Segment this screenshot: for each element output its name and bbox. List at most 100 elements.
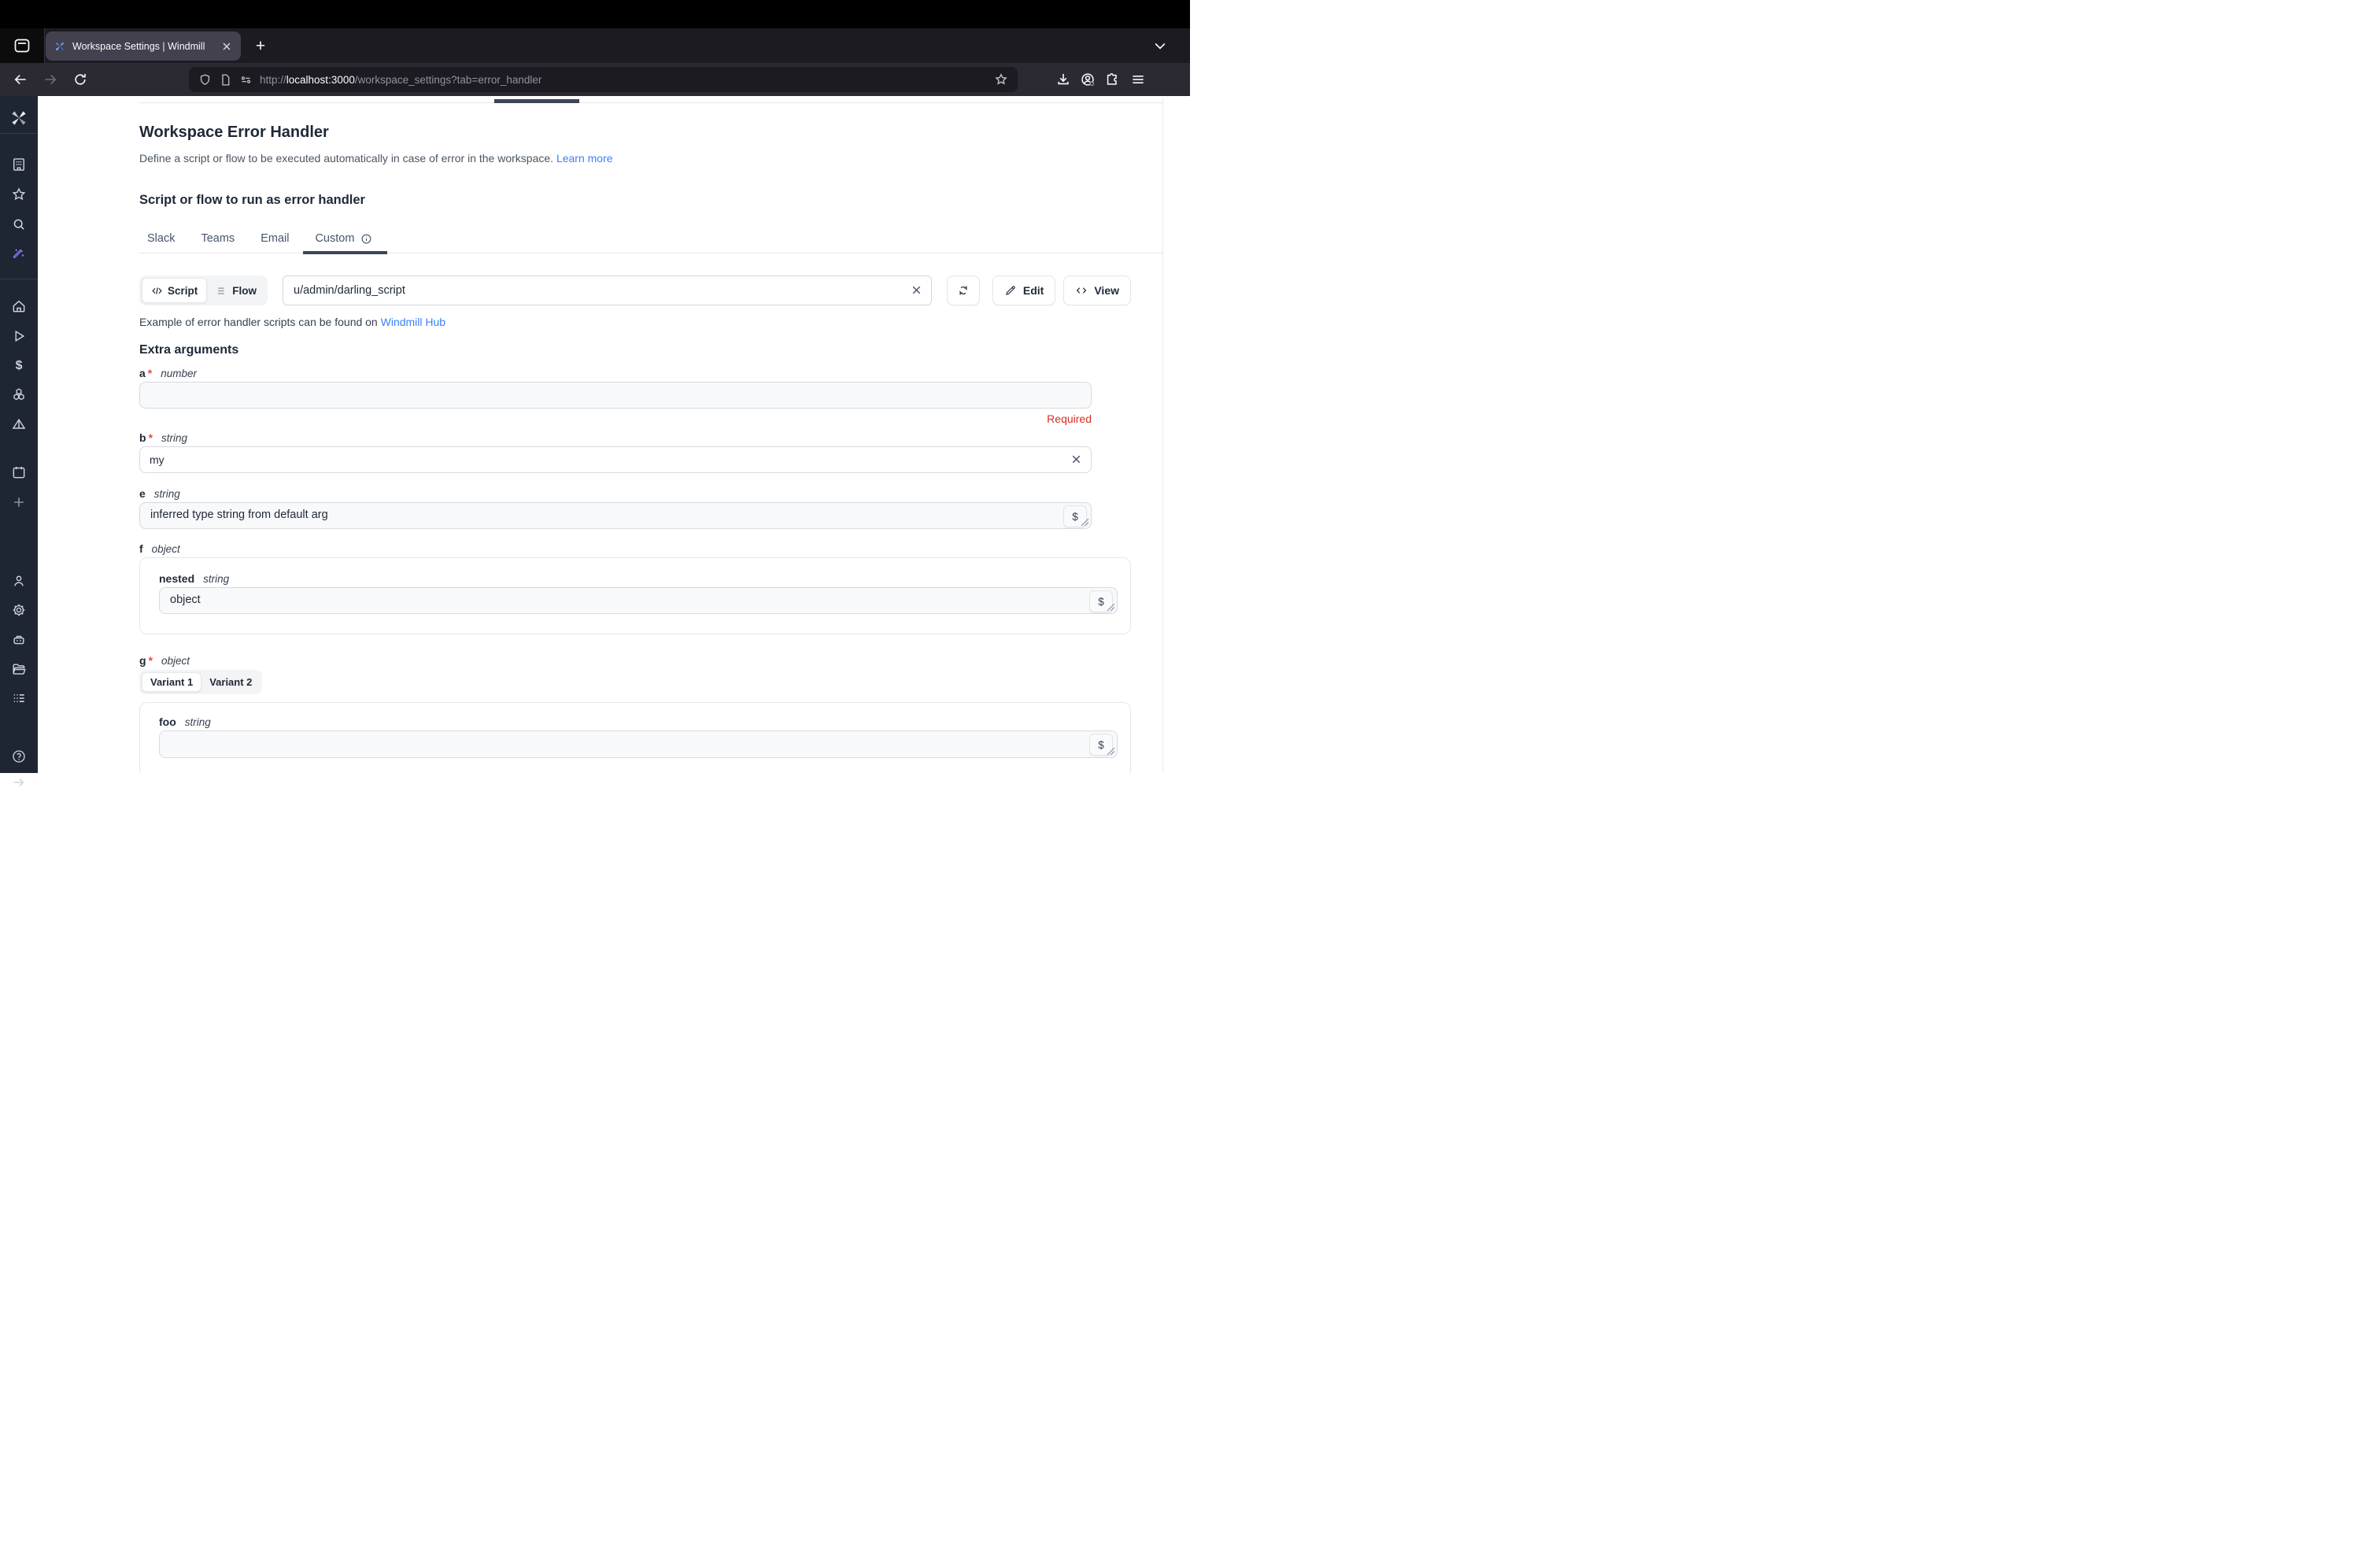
view-code-icon xyxy=(1075,284,1088,297)
foo-textarea[interactable]: $ xyxy=(159,730,1118,758)
field-b-clear-icon[interactable] xyxy=(1070,453,1083,466)
edit-button[interactable]: Edit xyxy=(992,276,1055,305)
error-handler-picker-row: Script Flow xyxy=(139,276,1131,305)
refresh-button[interactable] xyxy=(947,276,980,305)
script-flow-toggle: Script Flow xyxy=(139,276,268,305)
page-description: Define a script or flow to be executed a… xyxy=(139,152,1131,165)
window-titlebar xyxy=(0,0,1190,28)
sidebar-item-help-icon[interactable] xyxy=(11,749,27,764)
field-f-label: f object xyxy=(139,542,1131,555)
windmill-logo[interactable] xyxy=(9,108,29,128)
close-tab-icon[interactable] xyxy=(220,40,233,53)
tab-email[interactable]: Email xyxy=(261,232,289,253)
view-button-label: View xyxy=(1094,284,1119,297)
resize-grip-icon[interactable] xyxy=(1107,603,1115,612)
script-path-input[interactable] xyxy=(283,276,932,305)
sidebar-item-home-icon[interactable] xyxy=(11,298,27,314)
field-a-error: Required xyxy=(139,412,1092,425)
hub-note-text: Example of error handler scripts can be … xyxy=(139,316,381,328)
nested-textarea[interactable]: object $ xyxy=(159,587,1118,614)
firefox-window: Workspace Settings | Windmill + http://l… xyxy=(0,0,1190,773)
sidebar-item-variables-dollar-icon[interactable]: $ xyxy=(11,357,27,373)
url-scheme: http:// xyxy=(260,74,286,86)
sidebar-item-calendar-icon[interactable] xyxy=(11,464,27,480)
permissions-icon[interactable] xyxy=(239,73,253,87)
refresh-icon xyxy=(957,284,970,297)
resize-grip-icon[interactable] xyxy=(1107,747,1115,756)
sidebar-item-resources-cubes-icon[interactable] xyxy=(11,386,27,402)
field-b-name: b xyxy=(139,431,146,444)
browser-toolbar: http://localhost:3000/workspace_settings… xyxy=(0,63,1190,96)
url-text[interactable]: http://localhost:3000/workspace_settings… xyxy=(260,74,987,86)
sidebar-item-workspace-building-icon[interactable] xyxy=(11,157,27,172)
field-e-textarea[interactable]: inferred type string from default arg $ xyxy=(139,502,1092,529)
shield-icon[interactable] xyxy=(198,73,212,87)
field-a-input[interactable] xyxy=(139,382,1092,409)
field-f-name: f xyxy=(139,542,143,555)
reload-icon[interactable] xyxy=(69,68,91,91)
field-e-name: e xyxy=(139,487,146,500)
clear-path-icon[interactable] xyxy=(910,283,923,297)
forward-icon[interactable] xyxy=(39,68,61,91)
sidebar-item-workers-robot-icon[interactable] xyxy=(11,632,27,648)
flow-toggle-button[interactable]: Flow xyxy=(207,278,265,303)
sidebar-item-runs-play-icon[interactable] xyxy=(11,328,27,344)
url-bar[interactable]: http://localhost:3000/workspace_settings… xyxy=(189,67,1018,92)
flow-toggle-label: Flow xyxy=(232,285,257,297)
nested-name: nested xyxy=(159,572,194,585)
variant-2-button[interactable]: Variant 2 xyxy=(201,672,260,692)
variant-toggle: Variant 1 Variant 2 xyxy=(139,670,262,694)
tab-slack[interactable]: Slack xyxy=(147,232,175,253)
field-f-nested-label: nested string xyxy=(159,572,1118,585)
extensions-icon[interactable] xyxy=(1101,68,1123,91)
field-a-name: a xyxy=(139,367,146,379)
script-toggle-button[interactable]: Script xyxy=(142,278,207,303)
field-b-required-mark: * xyxy=(149,431,153,444)
firefox-view-icon[interactable] xyxy=(13,36,31,55)
field-g-name: g xyxy=(139,654,146,667)
field-b-label: b* string xyxy=(139,431,1131,444)
field-a-type: number xyxy=(161,368,197,379)
sidebar-item-audit-list-icon[interactable] xyxy=(11,690,27,706)
page-title: Workspace Error Handler xyxy=(139,124,1131,142)
field-f-type: object xyxy=(152,543,180,555)
field-e-label: e string xyxy=(139,487,1131,500)
tab-custom[interactable]: Custom xyxy=(315,232,372,253)
bookmark-star-icon[interactable] xyxy=(994,72,1008,87)
script-path-field xyxy=(283,276,932,305)
sidebar-item-settings-gear-icon[interactable] xyxy=(11,602,27,618)
view-button[interactable]: View xyxy=(1063,276,1131,305)
field-g-type: object xyxy=(161,655,190,667)
windmill-hub-link[interactable]: Windmill Hub xyxy=(381,316,445,328)
tab-list-chevron-icon[interactable] xyxy=(1152,38,1168,54)
account-icon[interactable] xyxy=(1077,68,1099,91)
back-icon[interactable] xyxy=(9,68,31,91)
foo-type: string xyxy=(185,716,211,728)
sidebar-item-search-icon[interactable] xyxy=(11,216,27,232)
field-g-foo-label: foo string xyxy=(159,716,1118,728)
browser-tab[interactable]: Workspace Settings | Windmill xyxy=(46,31,241,61)
sidebar-item-plus-icon[interactable] xyxy=(11,494,27,510)
tab-custom-label: Custom xyxy=(315,232,354,245)
sidebar-item-favorites-star-icon[interactable] xyxy=(11,187,27,202)
field-g-label: g* object xyxy=(139,654,1131,667)
sidebar-item-expand-arrow-icon[interactable] xyxy=(11,775,27,790)
field-b-input[interactable] xyxy=(139,446,1092,473)
learn-more-link[interactable]: Learn more xyxy=(556,152,613,165)
menu-icon[interactable] xyxy=(1127,68,1149,91)
sidebar-item-ai-wand-icon[interactable] xyxy=(11,246,27,261)
tab-teams[interactable]: Teams xyxy=(201,232,235,253)
app-sidebar: $ xyxy=(0,96,38,773)
resize-grip-icon[interactable] xyxy=(1081,518,1089,527)
field-e-type: string xyxy=(154,488,180,500)
sidebar-item-schedules-prism-icon[interactable] xyxy=(11,416,27,432)
sidebar-item-folders-icon[interactable] xyxy=(11,661,27,677)
sidebar-item-user-icon[interactable] xyxy=(11,573,27,589)
page-icon[interactable] xyxy=(219,73,232,87)
variant-1-button[interactable]: Variant 1 xyxy=(142,672,201,692)
new-tab-button[interactable]: + xyxy=(249,35,272,58)
field-a-label: a* number xyxy=(139,367,1131,379)
download-icon[interactable] xyxy=(1052,68,1074,91)
windmill-favicon xyxy=(54,40,66,53)
workspace-settings-page: Workspace Error Handler Define a script … xyxy=(38,96,1190,773)
